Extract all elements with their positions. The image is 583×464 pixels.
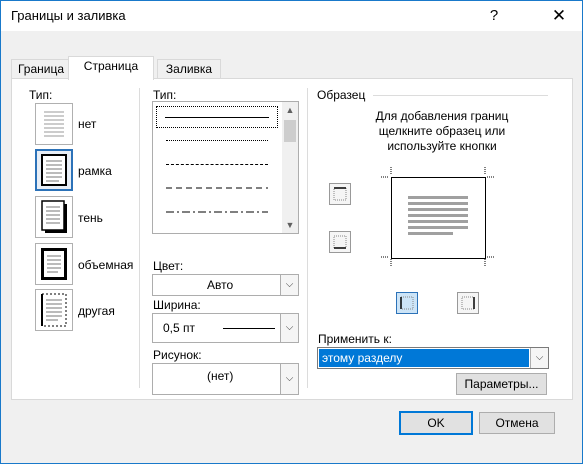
custom-setting-icon (41, 293, 67, 327)
right-border-button[interactable] (457, 292, 479, 314)
window-title: Границы и заливка (11, 8, 126, 23)
width-value: 0,5 пт (163, 321, 196, 335)
setting-none-label: нет (78, 117, 97, 131)
setting-box-label: рамка (78, 164, 112, 178)
left-border-icon (400, 296, 414, 310)
chevron-down-icon[interactable]: ⌵ (280, 275, 298, 295)
color-label: Цвет: (153, 259, 184, 273)
setting-box-button[interactable] (35, 149, 73, 191)
width-label: Ширина: (153, 298, 201, 312)
3d-setting-icon (41, 248, 67, 280)
tab-border-label: Граница (17, 62, 65, 76)
tab-shading-label: Заливка (165, 62, 213, 76)
preview-heading-rule (373, 95, 548, 96)
tab-page-border-label: Страница (83, 59, 139, 73)
preview-corner-marks (381, 167, 495, 267)
top-border-button[interactable] (329, 183, 351, 205)
scroll-up-icon[interactable]: ▲ (282, 102, 298, 118)
ok-button[interactable]: OK (399, 411, 473, 435)
art-value: (нет) (207, 369, 234, 383)
apply-to-value: этому разделу (319, 349, 529, 367)
tab-page-border[interactable]: Страница (68, 56, 154, 80)
bottom-border-icon (333, 235, 347, 249)
apply-to-select[interactable]: этому разделу ⌵ (317, 347, 549, 369)
box-setting-icon (41, 154, 67, 186)
style-item-dashed[interactable] (158, 178, 276, 198)
width-select[interactable]: 0,5 пт ⌵ (152, 313, 299, 343)
chevron-down-icon[interactable]: ⌵ (280, 314, 298, 342)
chevron-down-icon[interactable]: ⌵ (530, 348, 548, 368)
style-item-dashed-small[interactable] (158, 154, 276, 174)
setting-heading: Тип: (29, 88, 53, 102)
help-icon[interactable]: ? (471, 1, 517, 31)
art-select[interactable]: (нет) ⌵ (152, 363, 299, 395)
right-border-icon (461, 296, 475, 310)
setting-shadow-button[interactable] (35, 196, 73, 238)
dash-dot-line-icon (166, 211, 268, 213)
top-border-icon (333, 187, 347, 201)
style-item-dash-dot[interactable] (158, 202, 276, 222)
preview-heading: Образец (317, 88, 366, 102)
preview-hint-line: щелкните образец или (378, 124, 506, 138)
style-heading: Тип: (153, 88, 177, 102)
bottom-border-button[interactable] (329, 231, 351, 253)
apply-to-label: Применить к: (318, 332, 392, 346)
color-select[interactable]: Авто ⌵ (152, 274, 299, 296)
style-item-solid[interactable] (156, 106, 278, 128)
tab-shading[interactable]: Заливка (157, 59, 221, 79)
none-setting-icon (44, 111, 64, 137)
column-divider (307, 88, 308, 388)
title-bar: Границы и заливка ? ✕ (1, 1, 582, 31)
line-style-list[interactable]: ▲ ▼ (152, 101, 299, 234)
borders-and-shading-dialog: Границы и заливка ? ✕ Граница Страница З… (0, 0, 583, 464)
style-list-scrollbar[interactable]: ▲ ▼ (282, 102, 298, 233)
setting-custom-label: другая (78, 304, 115, 318)
preview-hint-line: Для добавления границ (375, 109, 509, 123)
setting-3d-label: объемная (78, 258, 134, 272)
shadow-setting-icon (41, 200, 67, 233)
cancel-button[interactable]: Отмена (479, 412, 555, 434)
preview-hint: Для добавления границ щелкните образец и… (317, 109, 567, 154)
scroll-thumb[interactable] (284, 120, 296, 142)
color-value: Авто (207, 278, 234, 292)
tab-border[interactable]: Граница (11, 59, 71, 79)
setting-3d-button[interactable] (35, 243, 73, 285)
style-item-dotted[interactable] (158, 130, 276, 150)
scroll-down-icon[interactable]: ▼ (282, 217, 298, 233)
dashed-line-icon (166, 187, 268, 189)
close-icon[interactable]: ✕ (536, 1, 582, 31)
width-sample-line (223, 328, 275, 329)
preview-hint-line: используйте кнопки (387, 139, 497, 153)
setting-shadow-label: тень (78, 211, 103, 225)
column-divider (139, 88, 140, 388)
left-border-button[interactable] (396, 292, 418, 314)
chevron-down-icon[interactable]: ⌵ (280, 364, 298, 394)
options-button[interactable]: Параметры... (456, 373, 547, 395)
setting-none-button[interactable] (35, 103, 73, 145)
art-label: Рисунок: (153, 348, 202, 362)
setting-custom-button[interactable] (35, 289, 73, 331)
